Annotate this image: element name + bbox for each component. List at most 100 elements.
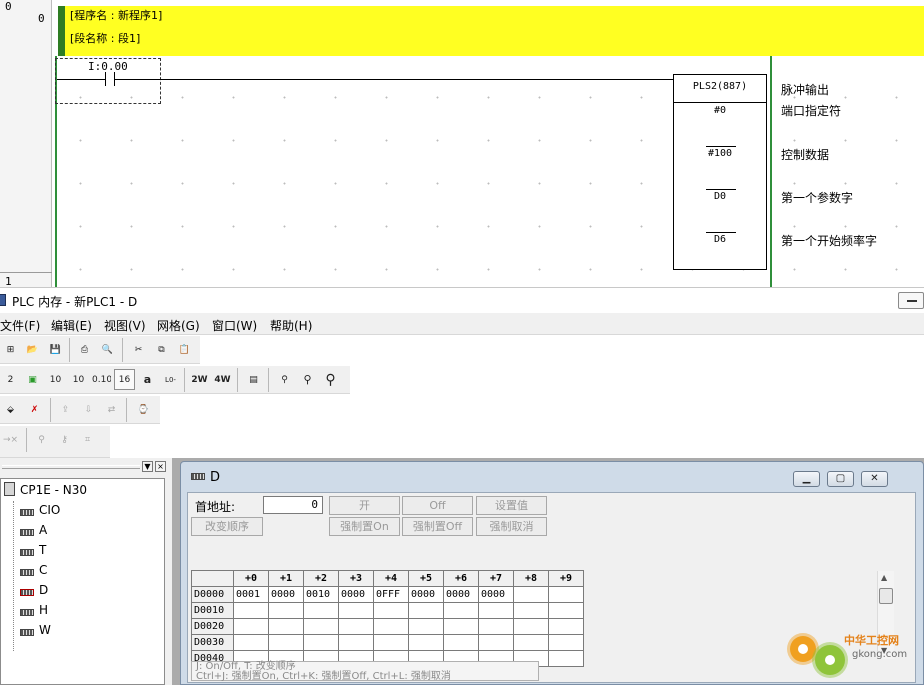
clock-icon[interactable]: ⌚ <box>133 399 154 420</box>
memory-cell[interactable] <box>548 650 584 667</box>
memory-cell[interactable] <box>478 618 514 635</box>
display-bcd-icon[interactable]: 0.10 <box>91 369 112 390</box>
copy-icon[interactable]: ⧉ <box>151 339 172 360</box>
memory-cell[interactable] <box>338 634 374 651</box>
search-icon[interactable]: ⚲ <box>31 429 52 450</box>
tree-item-c[interactable]: C <box>20 561 47 579</box>
memory-cell[interactable] <box>373 602 409 619</box>
memory-window-titlebar[interactable]: PLC 内存 - 新PLC1 - D <box>0 287 924 313</box>
menu-view[interactable]: 视图(V) <box>104 317 146 334</box>
memory-cell[interactable] <box>373 634 409 651</box>
memory-cell[interactable] <box>303 602 339 619</box>
clear-icon[interactable]: ✗ <box>24 399 45 420</box>
memory-cell[interactable] <box>548 586 584 603</box>
fill-icon[interactable]: ⬙ <box>0 399 21 420</box>
transfer-from-plc-icon[interactable]: ⇩ <box>78 399 99 420</box>
zoom-medium-icon[interactable]: ⚲ <box>297 369 318 390</box>
display-float-icon[interactable]: L0-10 <box>160 369 181 390</box>
force-cancel-button[interactable]: 强制取消 <box>476 517 547 536</box>
memory-cell[interactable]: 0000 <box>478 586 514 603</box>
close-window-button[interactable]: ✕ <box>861 471 888 487</box>
memory-cell[interactable] <box>338 602 374 619</box>
start-address-input[interactable]: 0 <box>263 496 323 514</box>
memory-cell[interactable] <box>338 618 374 635</box>
d-window-titlebar[interactable]: D <box>191 470 220 485</box>
display-ascii-icon[interactable]: a <box>137 369 158 390</box>
force-set-icon[interactable]: →× <box>0 429 21 450</box>
memory-cell[interactable] <box>233 634 269 651</box>
memory-cell[interactable] <box>373 618 409 635</box>
tree-item-h[interactable]: H <box>20 601 48 619</box>
two-word-icon[interactable]: 2W <box>189 369 210 390</box>
minimize-button[interactable] <box>898 292 924 309</box>
memory-cell[interactable]: 0000 <box>443 586 479 603</box>
force-off-button[interactable]: 强制置Off <box>402 517 473 536</box>
network-icon[interactable]: ⊞ <box>0 339 21 360</box>
memory-cell[interactable] <box>268 602 304 619</box>
force-on-button[interactable]: 强制置On <box>329 517 400 536</box>
memory-cell[interactable] <box>443 634 479 651</box>
menu-help[interactable]: 帮助(H) <box>270 317 312 334</box>
tree-root-plc[interactable]: CP1E - N30 <box>4 481 87 499</box>
memory-cell[interactable]: 0000 <box>338 586 374 603</box>
monitor-icon[interactable]: ▤ <box>243 369 264 390</box>
memory-cell[interactable]: 0001 <box>233 586 269 603</box>
memory-cell[interactable] <box>233 618 269 635</box>
memory-cell[interactable] <box>303 618 339 635</box>
memory-cell[interactable] <box>513 586 549 603</box>
menu-grid[interactable]: 网格(G) <box>157 317 200 334</box>
tree-item-w[interactable]: W <box>20 621 51 639</box>
four-word-icon[interactable]: 4W <box>212 369 233 390</box>
menu-window[interactable]: 窗口(W) <box>212 317 257 334</box>
change-order-button[interactable]: 改变顺序 <box>191 517 263 536</box>
tree-item-a[interactable]: A <box>20 521 47 539</box>
pane-close-icon[interactable]: × <box>155 461 166 472</box>
memory-cell[interactable] <box>478 634 514 651</box>
memory-cell[interactable] <box>268 618 304 635</box>
pane-menu-icon[interactable]: ▼ <box>142 461 153 472</box>
memory-cell[interactable] <box>513 602 549 619</box>
memory-cell[interactable] <box>548 602 584 619</box>
scroll-up-icon[interactable]: ▲ <box>881 573 887 582</box>
display-decimal-icon[interactable]: 10 <box>45 369 66 390</box>
memory-cell[interactable] <box>408 634 444 651</box>
tree-item-cio[interactable]: CIO <box>20 501 60 519</box>
memory-cell[interactable] <box>478 602 514 619</box>
memory-cell[interactable]: 0000 <box>408 586 444 603</box>
memory-cell[interactable] <box>408 602 444 619</box>
memory-cell[interactable] <box>513 618 549 635</box>
open-folder-icon[interactable]: 📂 <box>22 339 43 360</box>
transfer-to-plc-icon[interactable]: ⇪ <box>55 399 76 420</box>
minimize-window-button[interactable]: ▁ <box>793 471 820 487</box>
print-icon[interactable]: ⎙ <box>74 339 95 360</box>
memory-cell[interactable] <box>548 618 584 635</box>
scroll-thumb[interactable] <box>879 588 893 604</box>
memory-cell[interactable]: 0010 <box>303 586 339 603</box>
zoom-large-icon[interactable]: ⚲ <box>320 369 341 390</box>
find-replace-icon[interactable]: ⚷ <box>54 429 75 450</box>
zoom-small-icon[interactable]: ⚲ <box>274 369 295 390</box>
memory-cell[interactable] <box>443 602 479 619</box>
print-preview-icon[interactable]: 🔍 <box>97 339 118 360</box>
pane-grip[interactable] <box>2 465 140 469</box>
rung-comment-band[interactable]: [程序名 : 新程序1] [段名称 : 段1] <box>58 6 924 56</box>
memory-cell[interactable] <box>233 602 269 619</box>
save-icon[interactable]: 💾 <box>45 339 66 360</box>
memory-cell[interactable] <box>548 634 584 651</box>
display-led-icon[interactable]: ▣ <box>22 369 43 390</box>
pls2-instruction-block[interactable]: PLS2(887) #0 #100 D0 D6 <box>673 74 767 270</box>
set-value-button[interactable]: 设置值 <box>476 496 547 515</box>
paste-icon[interactable]: 📋 <box>174 339 195 360</box>
address-icon[interactable]: ⌗ <box>77 429 98 450</box>
memory-cell[interactable] <box>513 634 549 651</box>
memory-cell[interactable]: 0FFF <box>373 586 409 603</box>
memory-cell[interactable] <box>443 618 479 635</box>
memory-cell[interactable] <box>408 618 444 635</box>
cut-icon[interactable]: ✂ <box>128 339 149 360</box>
tree-item-t[interactable]: T <box>20 541 46 559</box>
memory-cell[interactable]: 0000 <box>268 586 304 603</box>
menu-file[interactable]: 文件(F) <box>0 317 40 334</box>
memory-cell[interactable] <box>268 634 304 651</box>
tree-item-d[interactable]: D <box>20 581 48 599</box>
off-button[interactable]: Off <box>402 496 473 515</box>
